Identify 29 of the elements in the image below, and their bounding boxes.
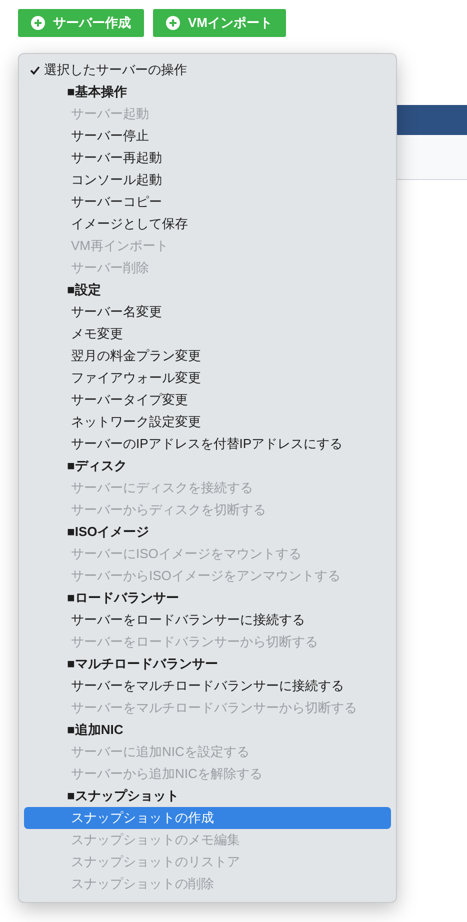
menu-item[interactable]: サーバー再起動 <box>24 147 391 169</box>
menu-item[interactable]: サーバータイプ変更 <box>24 389 391 411</box>
menu-item[interactable]: スナップショットの作成 <box>24 807 391 829</box>
menu-item[interactable]: サーバー停止 <box>24 125 391 147</box>
plus-circle-icon <box>166 16 180 30</box>
menu-group-header: ■設定 <box>66 281 102 300</box>
menu-group-header: ■マルチロードバランサー <box>66 655 219 674</box>
menu-group-header: ■スナップショット <box>66 787 180 806</box>
checkmark-icon <box>30 66 40 74</box>
add-button[interactable]: サーバー作成 <box>18 9 144 37</box>
menu-item[interactable]: サーバーをマルチロードバランサーに接続する <box>24 675 391 697</box>
menu-item[interactable]: サーバー名変更 <box>24 301 391 323</box>
menu-item[interactable]: ファイアウォール変更 <box>24 367 391 389</box>
menu-item[interactable]: イメージとして保存 <box>24 213 391 235</box>
menu-item[interactable]: 翌月の料金プラン変更 <box>24 345 391 367</box>
menu-group-header: ■基本操作 <box>66 83 128 102</box>
menu-item[interactable]: ネットワーク設定変更 <box>24 411 391 433</box>
menu-item[interactable]: 選択したサーバーの操作 <box>24 59 391 81</box>
plus-circle-icon <box>31 16 45 30</box>
menu-group-header: ■ディスク <box>66 457 128 476</box>
menu-group-header: ■ロードバランサー <box>66 589 180 608</box>
menu-item[interactable]: メモ変更 <box>24 323 391 345</box>
menu-item[interactable]: サーバーコピー <box>24 191 391 213</box>
add-button[interactable]: VMインポート <box>153 9 286 37</box>
menu-group-header: ■ISOイメージ <box>66 523 150 542</box>
menu-group-header: ■追加NIC <box>66 721 124 740</box>
menu-item[interactable]: コンソール起動 <box>24 169 391 191</box>
menu-item[interactable]: サーバーのIPアドレスを付替IPアドレスにする <box>24 433 391 455</box>
menu-item[interactable]: サーバーをロードバランサーに接続する <box>24 609 391 631</box>
